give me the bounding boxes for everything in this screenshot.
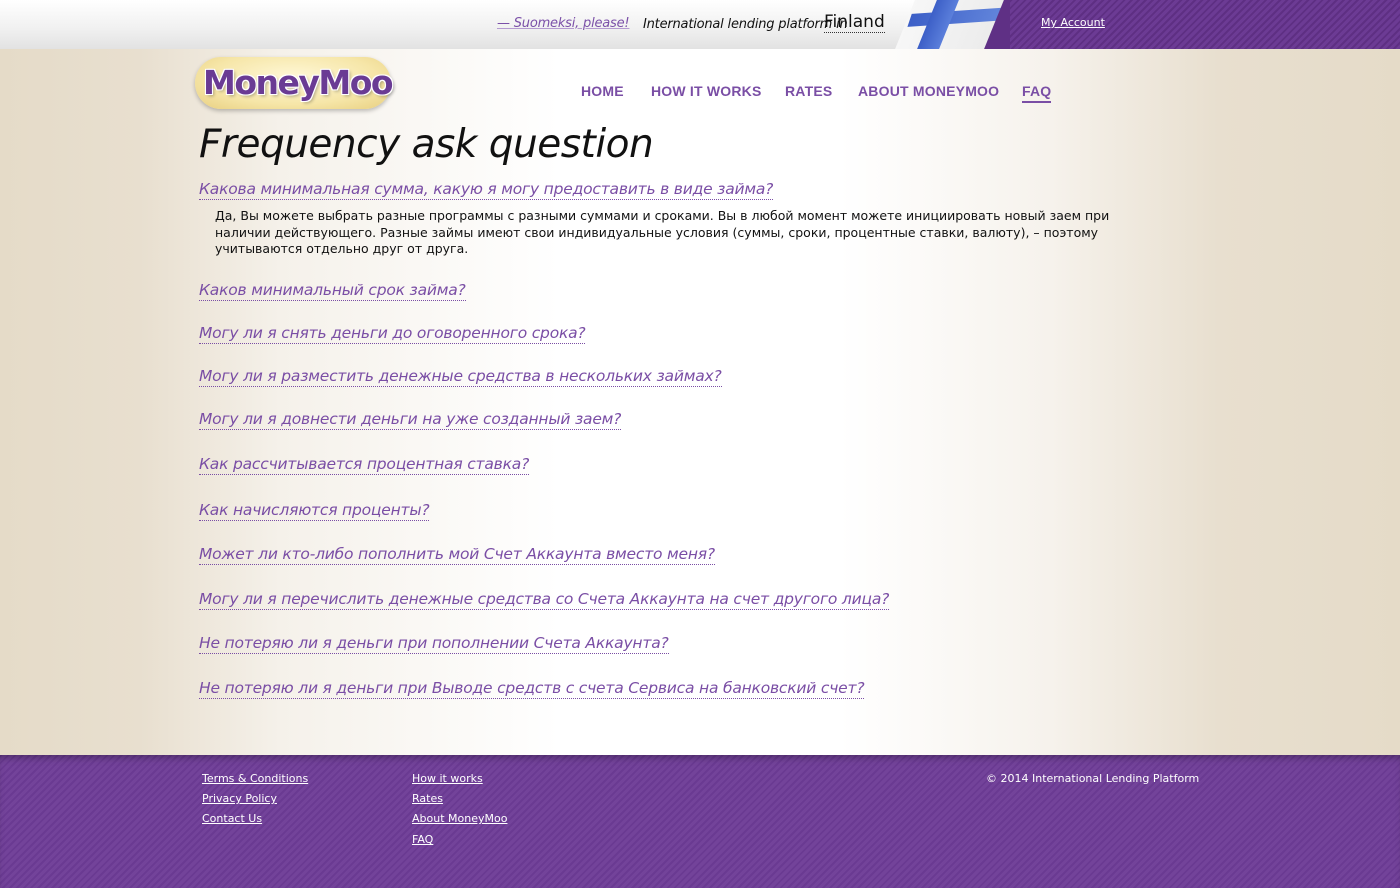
page-title: Frequency ask question (199, 122, 654, 167)
footer-link-terms[interactable]: Terms & Conditions (202, 772, 308, 785)
platform-tagline: International lending platform in (643, 17, 848, 32)
footer-link-rates[interactable]: Rates (412, 792, 443, 805)
nav-rates[interactable]: RATES (785, 83, 832, 99)
faq-answer: Да, Вы можете выбрать разные программы с… (215, 208, 1110, 256)
faq-question[interactable]: Могу ли я разместить денежные средства в… (199, 367, 722, 387)
language-switch-link[interactable]: — Suomeksi, please! (497, 16, 630, 31)
nav-about-moneymoo[interactable]: ABOUT MONEYMOO (858, 83, 999, 99)
faq-question[interactable]: Не потеряю ли я деньги при пополнении Сч… (199, 634, 669, 654)
faq-question[interactable]: Могу ли я довнести деньги на уже созданн… (199, 410, 621, 430)
faq-question[interactable]: Какова минимальная сумма, какую я могу п… (199, 180, 773, 200)
faq-question[interactable]: Каков минимальный срок займа? (199, 281, 466, 301)
faq-question[interactable]: Могу ли я снять деньги до оговоренного с… (199, 324, 586, 344)
top-bar: — Suomeksi, please! International lendin… (0, 0, 1400, 49)
faq-question[interactable]: Как начисляются проценты? (199, 501, 430, 521)
footer-link-contact[interactable]: Contact Us (202, 812, 262, 825)
footer-link-how-it-works[interactable]: How it works (412, 772, 483, 785)
faq-question[interactable]: Может ли кто-либо пополнить мой Счет Акк… (199, 545, 715, 565)
nav-faq[interactable]: FAQ (1022, 83, 1052, 103)
faq-question[interactable]: Могу ли я перечислить денежные средства … (199, 590, 889, 610)
nav-how-it-works[interactable]: HOW IT WORKS (651, 83, 762, 99)
main-content: MoneyMoo HOME HOW IT WORKS RATES ABOUT M… (0, 49, 1400, 755)
footer-link-about[interactable]: About MoneyMoo (412, 812, 507, 825)
faq-question[interactable]: Как рассчитывается процентная ставка? (199, 455, 529, 475)
copyright-text: © 2014 International Lending Platform (986, 772, 1200, 785)
footer: Terms & Conditions Privacy Policy Contac… (0, 755, 1400, 888)
moneymoo-logo[interactable]: MoneyMoo (195, 57, 394, 109)
my-account-link[interactable]: My Account (1041, 16, 1105, 29)
footer-link-faq[interactable]: FAQ (412, 833, 433, 846)
nav-home[interactable]: HOME (581, 83, 624, 99)
country-selector[interactable]: Finland (824, 13, 885, 33)
faq-question[interactable]: Не потеряю ли я деньги при Выводе средст… (199, 679, 865, 699)
logo-text: MoneyMoo (203, 63, 394, 102)
footer-link-privacy[interactable]: Privacy Policy (202, 792, 277, 805)
